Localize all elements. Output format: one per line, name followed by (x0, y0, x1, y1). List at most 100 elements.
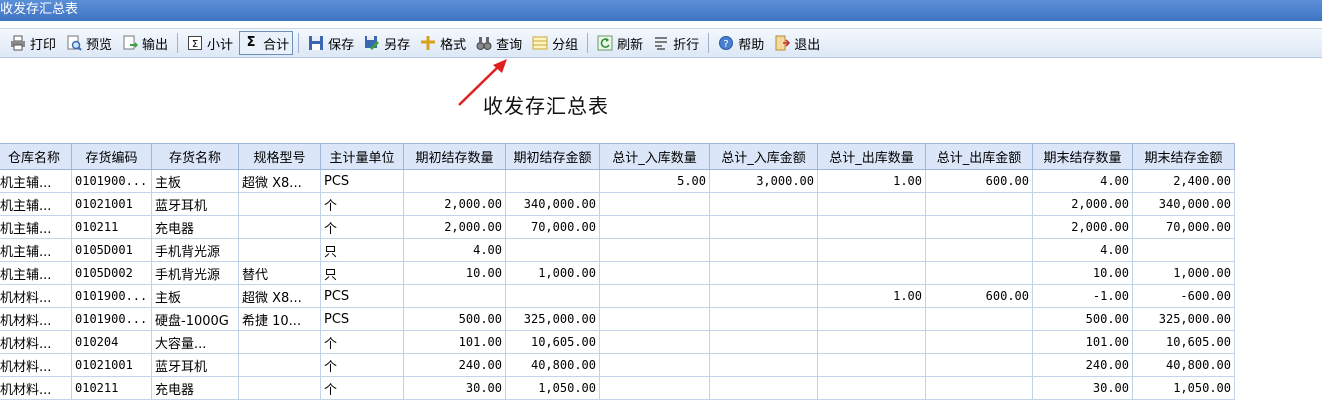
print-button[interactable]: 打印 (6, 31, 60, 55)
table-row[interactable]: 机主辅... 0105D001 手机背光源只 4.00 4.00 (0, 238, 1235, 262)
table-cell[interactable] (925, 330, 1033, 354)
table-cell[interactable]: 充电器 (151, 215, 239, 239)
table-cell[interactable]: 超微 X8... (238, 169, 321, 193)
column-header[interactable]: 规格型号 (238, 143, 321, 170)
table-cell[interactable]: 只 (320, 238, 404, 262)
table-cell[interactable]: 01021001 (71, 353, 152, 377)
table-cell[interactable] (925, 353, 1033, 377)
table-cell[interactable]: 0105D001 (71, 238, 152, 262)
column-header[interactable]: 仓库名称 (0, 143, 72, 170)
table-cell[interactable]: 只 (320, 261, 404, 285)
table-cell[interactable]: 10.00 (1032, 261, 1133, 285)
table-cell[interactable]: 340,000.00 (1132, 192, 1235, 216)
table-cell[interactable] (925, 215, 1033, 239)
table-cell[interactable] (238, 192, 321, 216)
table-cell[interactable] (817, 330, 926, 354)
table-cell[interactable]: 主板 (151, 284, 239, 308)
table-cell[interactable]: 240.00 (1032, 353, 1133, 377)
table-cell[interactable]: 325,000.00 (505, 307, 600, 331)
table-cell[interactable] (817, 261, 926, 285)
total-button[interactable]: Σ 合计 (239, 31, 294, 55)
table-cell[interactable] (599, 192, 710, 216)
table-cell[interactable]: 机材料... (0, 376, 72, 400)
table-cell[interactable] (238, 238, 321, 262)
table-row[interactable]: 机材料... 0101900... 主板 超微 X8... PCS 1.00 600.00-… (0, 284, 1235, 308)
table-cell[interactable]: PCS (320, 307, 404, 331)
table-cell[interactable]: 机材料... (0, 330, 72, 354)
column-header[interactable]: 主计量单位 (320, 143, 404, 170)
table-cell[interactable] (599, 376, 710, 400)
help-button[interactable]: ? 帮助 (714, 31, 768, 55)
table-cell[interactable]: 101.00 (1032, 330, 1133, 354)
table-cell[interactable]: 个 (320, 376, 404, 400)
table-cell[interactable]: 超微 X8... (238, 284, 321, 308)
table-cell[interactable] (599, 215, 710, 239)
table-cell[interactable] (505, 238, 600, 262)
table-cell[interactable]: 70,000.00 (505, 215, 600, 239)
table-cell[interactable]: PCS (320, 284, 404, 308)
table-cell[interactable]: 101.00 (403, 330, 506, 354)
export-button[interactable]: 输出 (118, 31, 172, 55)
table-cell[interactable]: 500.00 (403, 307, 506, 331)
table-cell[interactable]: 10.00 (403, 261, 506, 285)
table-cell[interactable]: 蓝牙耳机 (151, 353, 239, 377)
table-cell[interactable]: -600.00 (1132, 284, 1235, 308)
table-cell[interactable]: 30.00 (403, 376, 506, 400)
table-cell[interactable]: 10,605.00 (1132, 330, 1235, 354)
table-cell[interactable] (709, 330, 818, 354)
table-cell[interactable]: 30.00 (1032, 376, 1133, 400)
table-cell[interactable]: 2,000.00 (1032, 215, 1133, 239)
table-cell[interactable] (403, 169, 506, 193)
table-cell[interactable]: -1.00 (1032, 284, 1133, 308)
table-cell[interactable]: 替代 (238, 261, 321, 285)
table-cell[interactable] (238, 353, 321, 377)
table-cell[interactable]: 010211 (71, 215, 152, 239)
table-cell[interactable]: 手机背光源 (151, 261, 239, 285)
table-cell[interactable]: 蓝牙耳机 (151, 192, 239, 216)
table-cell[interactable] (709, 215, 818, 239)
table-cell[interactable]: 个 (320, 353, 404, 377)
table-cell[interactable]: 5.00 (599, 169, 710, 193)
refresh-button[interactable]: 刷新 (593, 31, 647, 55)
table-cell[interactable] (817, 353, 926, 377)
table-cell[interactable]: 1,050.00 (1132, 376, 1235, 400)
table-cell[interactable]: 2,400.00 (1132, 169, 1235, 193)
table-cell[interactable]: 硬盘-1000G (151, 307, 239, 331)
table-cell[interactable]: 大容量... (151, 330, 239, 354)
table-cell[interactable]: 600.00 (925, 284, 1033, 308)
table-cell[interactable]: 手机背光源 (151, 238, 239, 262)
table-cell[interactable]: 1,050.00 (505, 376, 600, 400)
table-cell[interactable]: 1,000.00 (1132, 261, 1235, 285)
table-cell[interactable]: PCS (320, 169, 404, 193)
table-row[interactable]: 机主辅... 0105D002 手机背光源 替代只 10.00 1,000.00 10.00… (0, 261, 1235, 285)
table-cell[interactable] (709, 284, 818, 308)
table-cell[interactable] (1132, 238, 1235, 262)
format-button[interactable]: 格式 (416, 31, 470, 55)
table-cell[interactable]: 机材料... (0, 353, 72, 377)
table-cell[interactable]: 希捷 10... (238, 307, 321, 331)
table-cell[interactable] (599, 330, 710, 354)
group-button[interactable]: 分组 (528, 31, 582, 55)
table-row[interactable]: 机材料... 010204 大容量... 个 101.00 10,605.00 101.00… (0, 330, 1235, 354)
table-cell[interactable]: 2,000.00 (403, 192, 506, 216)
table-cell[interactable]: 个 (320, 215, 404, 239)
column-header[interactable]: 存货编码 (71, 143, 152, 170)
table-cell[interactable]: 个 (320, 192, 404, 216)
table-cell[interactable] (599, 261, 710, 285)
table-row[interactable]: 机主辅... 01021001 蓝牙耳机个 2,000.00 340,000.00 2,0… (0, 192, 1235, 216)
table-cell[interactable]: 机主辅... (0, 261, 72, 285)
column-header[interactable]: 存货名称 (151, 143, 239, 170)
table-cell[interactable]: 340,000.00 (505, 192, 600, 216)
table-cell[interactable]: 40,800.00 (505, 353, 600, 377)
table-cell[interactable] (709, 353, 818, 377)
table-cell[interactable] (709, 238, 818, 262)
table-row[interactable]: 机主辅... 0101900... 主板 超微 X8... PCS 5.00 3,000.0… (0, 169, 1235, 193)
table-row[interactable]: 机材料... 01021001 蓝牙耳机个 240.00 40,800.00 240.00… (0, 353, 1235, 377)
column-header[interactable]: 期末结存金额 (1132, 143, 1235, 170)
table-cell[interactable] (709, 376, 818, 400)
table-cell[interactable] (709, 307, 818, 331)
table-cell[interactable]: 2,000.00 (1032, 192, 1133, 216)
subtotal-button[interactable]: Σ 小计 (183, 31, 237, 55)
table-cell[interactable] (403, 284, 506, 308)
save-button[interactable]: 保存 (304, 31, 358, 55)
